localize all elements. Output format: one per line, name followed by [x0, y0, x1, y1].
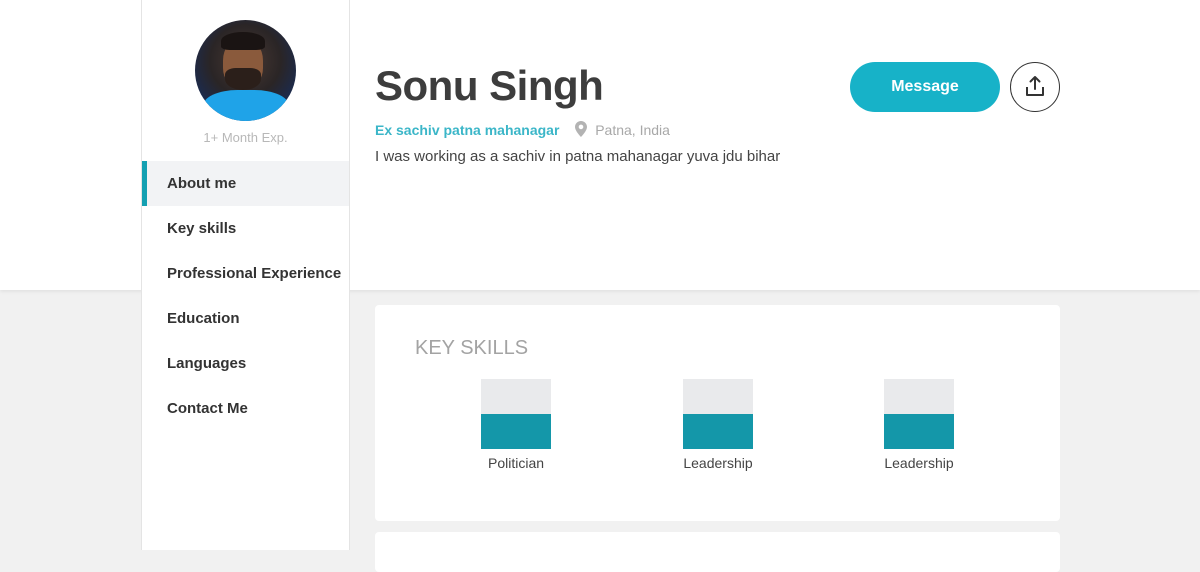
- skill-item: Leadership: [648, 379, 788, 471]
- profile-sidebar: 1+ Month Exp. About me Key skills Profes…: [141, 0, 350, 550]
- sidebar-item-professional-experience[interactable]: Professional Experience: [142, 251, 349, 296]
- sidebar-item-about-me[interactable]: About me: [142, 161, 349, 206]
- key-skills-card: KEY SKILLS Politician Leadership Leaders…: [375, 305, 1060, 521]
- skill-level-bar: [884, 379, 954, 449]
- skill-item: Politician: [446, 379, 586, 471]
- sidebar-item-languages[interactable]: Languages: [142, 341, 349, 386]
- avatar: [195, 20, 296, 121]
- profile-meta: Ex sachiv patna mahanagar Patna, India: [375, 121, 670, 140]
- skill-name: Leadership: [884, 455, 954, 471]
- skill-item: Leadership: [849, 379, 989, 471]
- sidebar-item-contact-me[interactable]: Contact Me: [142, 386, 349, 431]
- share-button[interactable]: [1010, 62, 1060, 112]
- share-upload-icon: [1025, 75, 1045, 100]
- next-section-card: [375, 532, 1060, 572]
- profile-location: Patna, India: [595, 122, 670, 138]
- experience-label: 1+ Month Exp.: [203, 130, 288, 145]
- sidebar-item-key-skills[interactable]: Key skills: [142, 206, 349, 251]
- skill-level-bar: [481, 379, 551, 449]
- location-pin-icon: [575, 121, 588, 140]
- sidebar-nav: About me Key skills Professional Experie…: [142, 161, 349, 431]
- key-skills-heading: KEY SKILLS: [415, 337, 529, 359]
- message-button[interactable]: Message: [850, 62, 1000, 112]
- skill-name: Leadership: [683, 455, 753, 471]
- skill-name: Politician: [487, 455, 545, 471]
- profile-bio: I was working as a sachiv in patna mahan…: [375, 148, 781, 165]
- profile-name: Sonu Singh: [375, 62, 604, 109]
- skill-level-bar: [683, 379, 753, 449]
- profile-title: Ex sachiv patna mahanagar: [375, 122, 560, 138]
- sidebar-item-education[interactable]: Education: [142, 296, 349, 341]
